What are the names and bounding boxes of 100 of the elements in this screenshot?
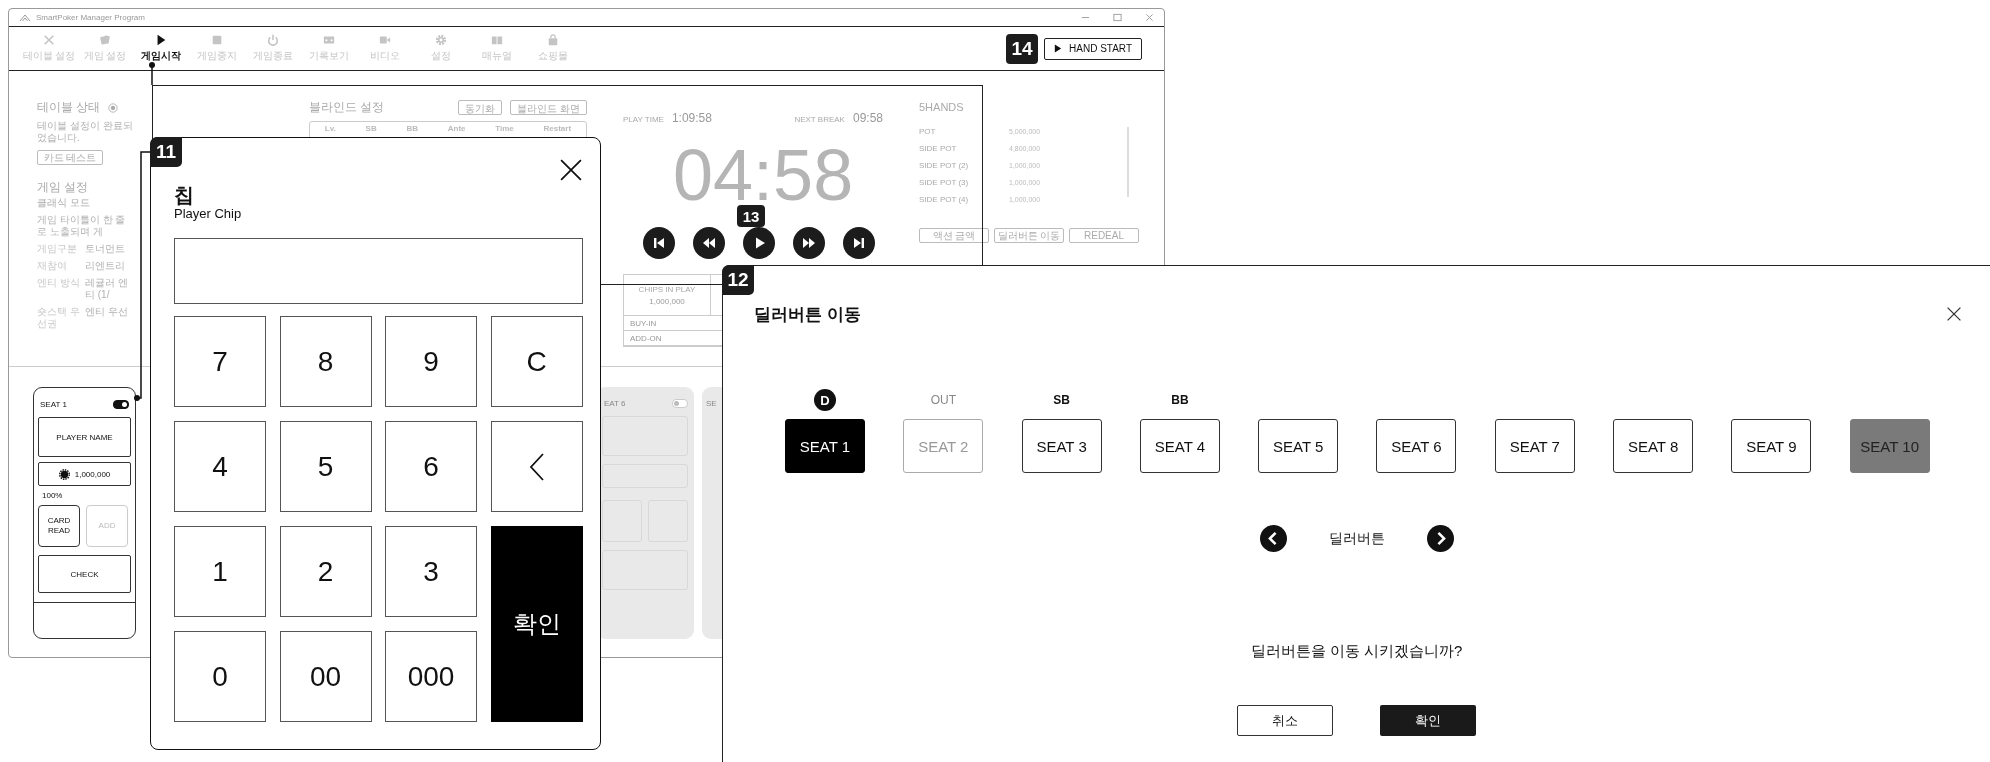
number-key[interactable]: 6 — [385, 421, 477, 512]
callout-number: 13 — [737, 205, 765, 227]
amount-input-field[interactable] — [174, 238, 583, 304]
seat-button[interactable]: SEAT 3 — [1021, 419, 1102, 473]
number-key[interactable]: 8 — [279, 316, 372, 407]
book-icon — [491, 34, 503, 46]
chips-label: CHIPS IN PLAY — [638, 284, 696, 294]
column-header: Ante — [447, 124, 466, 133]
backspace-key[interactable] — [490, 421, 583, 512]
pot-label: POT — [919, 127, 937, 136]
play-time-value: 1:09:58 — [671, 111, 712, 125]
setting-value: 엔티 우선 — [85, 306, 129, 319]
number-key[interactable]: 1 — [174, 526, 266, 617]
skip-forward-button[interactable] — [843, 227, 875, 259]
number-key[interactable]: 2 — [279, 526, 372, 617]
number-key[interactable]: 5 — [279, 421, 372, 512]
close-icon[interactable] — [1946, 306, 1962, 322]
stop-icon — [211, 34, 223, 46]
number-key[interactable]: 3 — [385, 526, 477, 617]
hands-title: 5HANDS — [919, 101, 964, 113]
chips-value: 1,000,000 — [649, 296, 685, 306]
seat-tag: SB — [1053, 393, 1070, 407]
seat-tag: OUT — [930, 393, 956, 407]
seat-label: EAT 6 — [604, 399, 626, 408]
pot-label: SIDE POT (4) — [919, 195, 970, 204]
column-header: Lv. — [324, 124, 336, 133]
scrollbar[interactable] — [1127, 127, 1129, 197]
seat-button[interactable]: SEAT 10 — [1849, 419, 1930, 473]
section-title: 테이블 상태 — [37, 99, 101, 116]
section-title: 게임 설정 — [37, 179, 89, 196]
dialog-title: 칩 — [174, 184, 194, 206]
number-key[interactable]: 4 — [174, 421, 266, 512]
callout-number: 11 — [150, 137, 182, 167]
chevron-left-icon — [528, 451, 545, 482]
close-icon[interactable] — [560, 159, 582, 181]
settings-icon — [435, 34, 447, 46]
setting-value: 레귤러 엔티 (1/ — [85, 277, 129, 301]
play-icon — [1054, 44, 1062, 53]
cancel-button[interactable]: 취소 — [1237, 705, 1333, 736]
seat-button[interactable]: SEAT 5 — [1258, 419, 1339, 473]
column-header: SB — [365, 124, 377, 133]
cards-icon — [99, 34, 111, 46]
skip-back-button[interactable] — [643, 227, 675, 259]
card-read-button[interactable]: CARD READ — [38, 505, 80, 547]
next-break-value: 09:58 — [852, 111, 883, 125]
number-key[interactable]: 9 — [385, 316, 477, 407]
countdown-clock: 04:58 — [673, 145, 854, 205]
window-title: SmartPoker Manager Program — [36, 13, 145, 22]
callout-number: 12 — [722, 265, 754, 295]
number-key[interactable]: 000 — [385, 631, 477, 722]
column-header: Restart — [543, 124, 572, 133]
player-name-field[interactable]: PLAYER NAME — [38, 417, 131, 457]
seat-label: SE — [706, 399, 717, 408]
check-button[interactable]: CHECK — [38, 555, 131, 593]
rewind-button[interactable] — [693, 227, 725, 259]
seat-tag: BB — [1171, 393, 1189, 407]
button-placeholder — [602, 500, 642, 542]
shopping-bag-icon — [547, 34, 559, 46]
play-icon — [155, 34, 167, 46]
hand-start-button[interactable]: HAND START — [1044, 37, 1142, 60]
seat-button[interactable]: SEAT 6 — [1376, 419, 1457, 473]
toggle-switch[interactable] — [113, 400, 129, 409]
number-key[interactable]: 00 — [279, 631, 372, 722]
chip-amount: 1,000,000 — [74, 469, 111, 479]
confirm-button[interactable]: 확인 — [1380, 705, 1476, 736]
logo-icon — [19, 12, 31, 23]
seat-button[interactable]: SEAT 4 — [1139, 419, 1220, 473]
power-icon — [267, 34, 279, 46]
toolbar-tab[interactable]: 게임시작 — [133, 34, 189, 63]
callout-number: 14 — [1006, 33, 1038, 64]
play-button[interactable] — [743, 227, 775, 259]
mode-label: 클래식 모드 — [37, 196, 90, 210]
chips-row-label: BUY-IN — [630, 318, 657, 328]
seat-label: SEAT 1 — [40, 400, 67, 409]
seat-button[interactable]: SEAT 9 — [1731, 419, 1812, 473]
number-key[interactable]: 0 — [174, 631, 266, 722]
dealer-chip: D — [814, 389, 836, 411]
next-break-label: NEXT BREAK — [794, 115, 845, 124]
chip-icon — [58, 468, 70, 480]
confirm-question: 딜러버튼을 이동 시키겠습니까? — [1250, 641, 1463, 660]
confirm-key[interactable]: 확인 — [490, 526, 583, 722]
pot-label: SIDE POT (2) — [919, 161, 970, 170]
leader-line — [148, 61, 156, 85]
clear-key[interactable]: C — [490, 316, 583, 407]
chips-row-label: ADD-ON — [630, 333, 662, 343]
dialog-subtitle: Player Chip — [174, 206, 242, 222]
settings-description: 게임 타이틀이 한 줄로 노출되며 게 — [37, 214, 127, 238]
play-time-label: PLAY TIME — [623, 115, 664, 124]
seat-button[interactable]: SEAT 7 — [1494, 419, 1575, 473]
percent-label: 100% — [42, 491, 64, 500]
fast-forward-button[interactable] — [793, 227, 825, 259]
seat-button[interactable]: SEAT 1 — [785, 419, 865, 473]
video-camera-icon — [379, 34, 391, 46]
number-key[interactable]: 7 — [174, 316, 266, 407]
seat-button[interactable]: SEAT 8 — [1613, 419, 1694, 473]
setting-value: 리엔트리 — [85, 260, 126, 272]
column-header: BB — [406, 124, 418, 133]
dialog-title: 딜러버튼 이동 — [754, 304, 861, 326]
chip-amount-field[interactable]: 1,000,000 — [38, 462, 131, 486]
status-message: 테이블 설정이 완료되었습니다. — [37, 120, 133, 144]
